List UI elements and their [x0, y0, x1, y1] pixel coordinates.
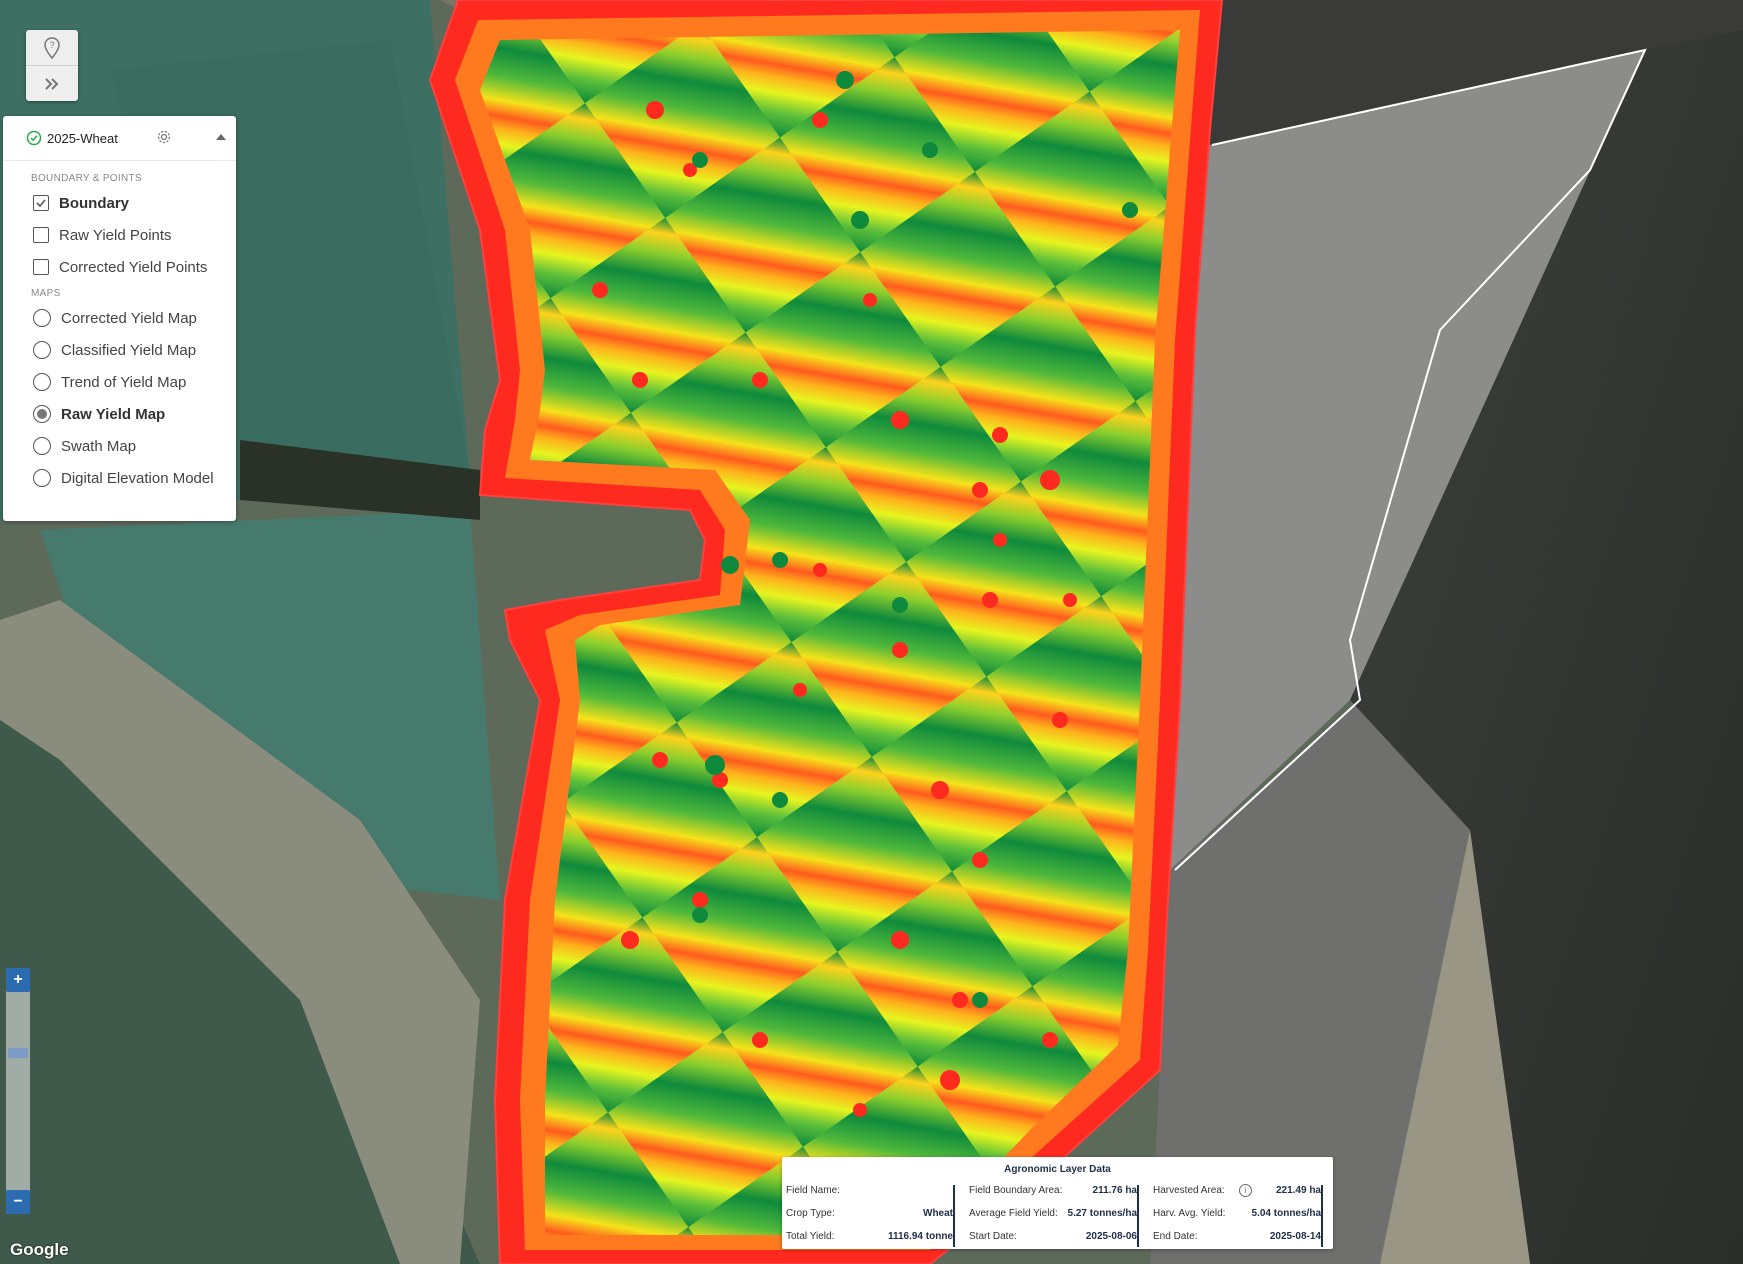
layer-panel: 2025-Wheat BOUNDARY & POINTS Boundary Ra… — [3, 116, 236, 521]
field-boundary-area-value: 211.76 ha — [1092, 1185, 1137, 1196]
agronomic-title: Agronomic Layer Data — [1004, 1164, 1111, 1175]
corrected-yield-points-checkbox[interactable]: Corrected Yield Points — [3, 251, 236, 283]
column-divider — [1137, 1185, 1139, 1247]
harvested-area-label-wrap: Harvested Area: i — [1153, 1184, 1252, 1197]
harvested-area-row: Harvested Area: i 221.49 ha — [1153, 1179, 1321, 1202]
zoom-out-button[interactable]: − — [6, 1190, 30, 1214]
corrected-yield-points-label: Corrected Yield Points — [59, 258, 208, 276]
classified-yield-map-label: Classified Yield Map — [61, 341, 197, 359]
total-yield-row: Total Yield: 1116.94 tonne — [786, 1225, 953, 1248]
digital-elevation-model-radio[interactable]: Digital Elevation Model — [3, 462, 236, 494]
agronomic-column-1: Field Name: Crop Type: Wheat Total Yield… — [786, 1179, 953, 1245]
maps-section-label: MAPS — [31, 288, 61, 299]
field-boundary-area-label: Field Boundary Area: — [969, 1185, 1063, 1196]
zoom-in-button[interactable]: + — [6, 968, 30, 992]
layer-panel-header[interactable]: 2025-Wheat — [3, 116, 236, 161]
average-field-yield-row: Average Field Yield: 5.27 tonnes/ha — [969, 1202, 1137, 1225]
layer-panel-title: 2025-Wheat — [47, 130, 118, 146]
raw-yield-points-label: Raw Yield Points — [59, 226, 172, 244]
harv-avg-yield-value: 5.04 tonnes/ha — [1251, 1208, 1321, 1219]
google-logo: Google — [10, 1240, 69, 1259]
info-icon[interactable]: i — [1238, 1184, 1252, 1197]
field-name-row: Field Name: — [786, 1179, 953, 1202]
map-tool-stack: ? — [26, 30, 78, 101]
boundary-label: Boundary — [59, 194, 130, 212]
expand-panel-button[interactable] — [26, 65, 78, 101]
collapse-caret-icon[interactable] — [216, 134, 226, 140]
boundary-checkbox[interactable]: Boundary — [3, 187, 236, 219]
location-help-button[interactable]: ? — [26, 30, 78, 65]
swath-map-radio[interactable]: Swath Map — [3, 430, 236, 462]
total-yield-label: Total Yield: — [786, 1231, 835, 1242]
checkbox-checked-icon — [33, 195, 49, 211]
checkbox-empty-icon — [33, 227, 49, 243]
crop-type-row: Crop Type: Wheat — [786, 1202, 953, 1225]
harvested-area-value: 221.49 ha — [1275, 1185, 1321, 1196]
start-date-label: Start Date: — [969, 1231, 1017, 1242]
agronomic-column-3: Harvested Area: i 221.49 ha Harv. Avg. Yi… — [1153, 1179, 1321, 1245]
end-date-row: End Date: 2025-08-14 — [1153, 1225, 1321, 1248]
radio-empty-icon — [33, 341, 51, 359]
zoom-slider-handle[interactable] — [8, 1048, 28, 1058]
swath-map-label: Swath Map — [61, 437, 137, 455]
column-divider — [953, 1185, 955, 1247]
field-boundary-area-row: Field Boundary Area: 211.76 ha — [969, 1179, 1137, 1202]
radio-empty-icon — [33, 373, 51, 391]
column-divider — [1321, 1185, 1323, 1247]
raw-yield-map-label: Raw Yield Map — [61, 405, 166, 423]
digital-elevation-model-label: Digital Elevation Model — [61, 469, 214, 487]
classified-yield-map-radio[interactable]: Classified Yield Map — [3, 334, 236, 366]
raw-yield-points-checkbox[interactable]: Raw Yield Points — [3, 219, 236, 251]
location-help-icon: ? — [44, 36, 60, 59]
crop-type-value: Wheat — [923, 1208, 953, 1219]
gear-icon[interactable] — [156, 129, 172, 145]
harv-avg-yield-row: Harv. Avg. Yield: 5.04 tonnes/ha — [1153, 1202, 1321, 1225]
agronomic-column-2: Field Boundary Area: 211.76 ha Average F… — [969, 1179, 1137, 1245]
start-date-value: 2025-08-06 — [1085, 1231, 1137, 1242]
start-date-row: Start Date: 2025-08-06 — [969, 1225, 1137, 1248]
end-date-value: 2025-08-14 — [1269, 1231, 1321, 1242]
average-field-yield-value: 5.27 tonnes/ha — [1067, 1208, 1137, 1219]
radio-selected-icon — [33, 405, 51, 423]
harvested-area-label: Harvested Area: — [1153, 1185, 1225, 1197]
boundary-section-label: BOUNDARY & POINTS — [31, 173, 142, 184]
average-field-yield-label: Average Field Yield: — [969, 1208, 1058, 1219]
satellite-map[interactable] — [0, 0, 1743, 1264]
radio-empty-icon — [33, 469, 51, 487]
radio-empty-icon — [33, 437, 51, 455]
checkbox-empty-icon — [33, 259, 49, 275]
field-name-label: Field Name: — [786, 1185, 840, 1196]
corrected-yield-map-radio[interactable]: Corrected Yield Map — [3, 302, 236, 334]
zoom-slider[interactable]: + − — [6, 968, 30, 1214]
trend-of-yield-map-radio[interactable]: Trend of Yield Map — [3, 366, 236, 398]
agronomic-data-card: Agronomic Layer Data Field Name: Crop Ty… — [782, 1157, 1333, 1249]
check-circle-icon — [26, 130, 42, 146]
trend-of-yield-map-label: Trend of Yield Map — [61, 373, 187, 391]
total-yield-value: 1116.94 tonne — [887, 1231, 953, 1242]
crop-type-label: Crop Type: — [786, 1208, 835, 1219]
harv-avg-yield-label: Harv. Avg. Yield: — [1153, 1208, 1226, 1219]
end-date-label: End Date: — [1153, 1231, 1198, 1242]
corrected-yield-map-label: Corrected Yield Map — [61, 309, 197, 327]
svg-text:?: ? — [49, 40, 54, 50]
radio-empty-icon — [33, 309, 51, 327]
double-chevron-right-icon — [44, 77, 60, 91]
raw-yield-map-radio[interactable]: Raw Yield Map — [3, 398, 236, 430]
